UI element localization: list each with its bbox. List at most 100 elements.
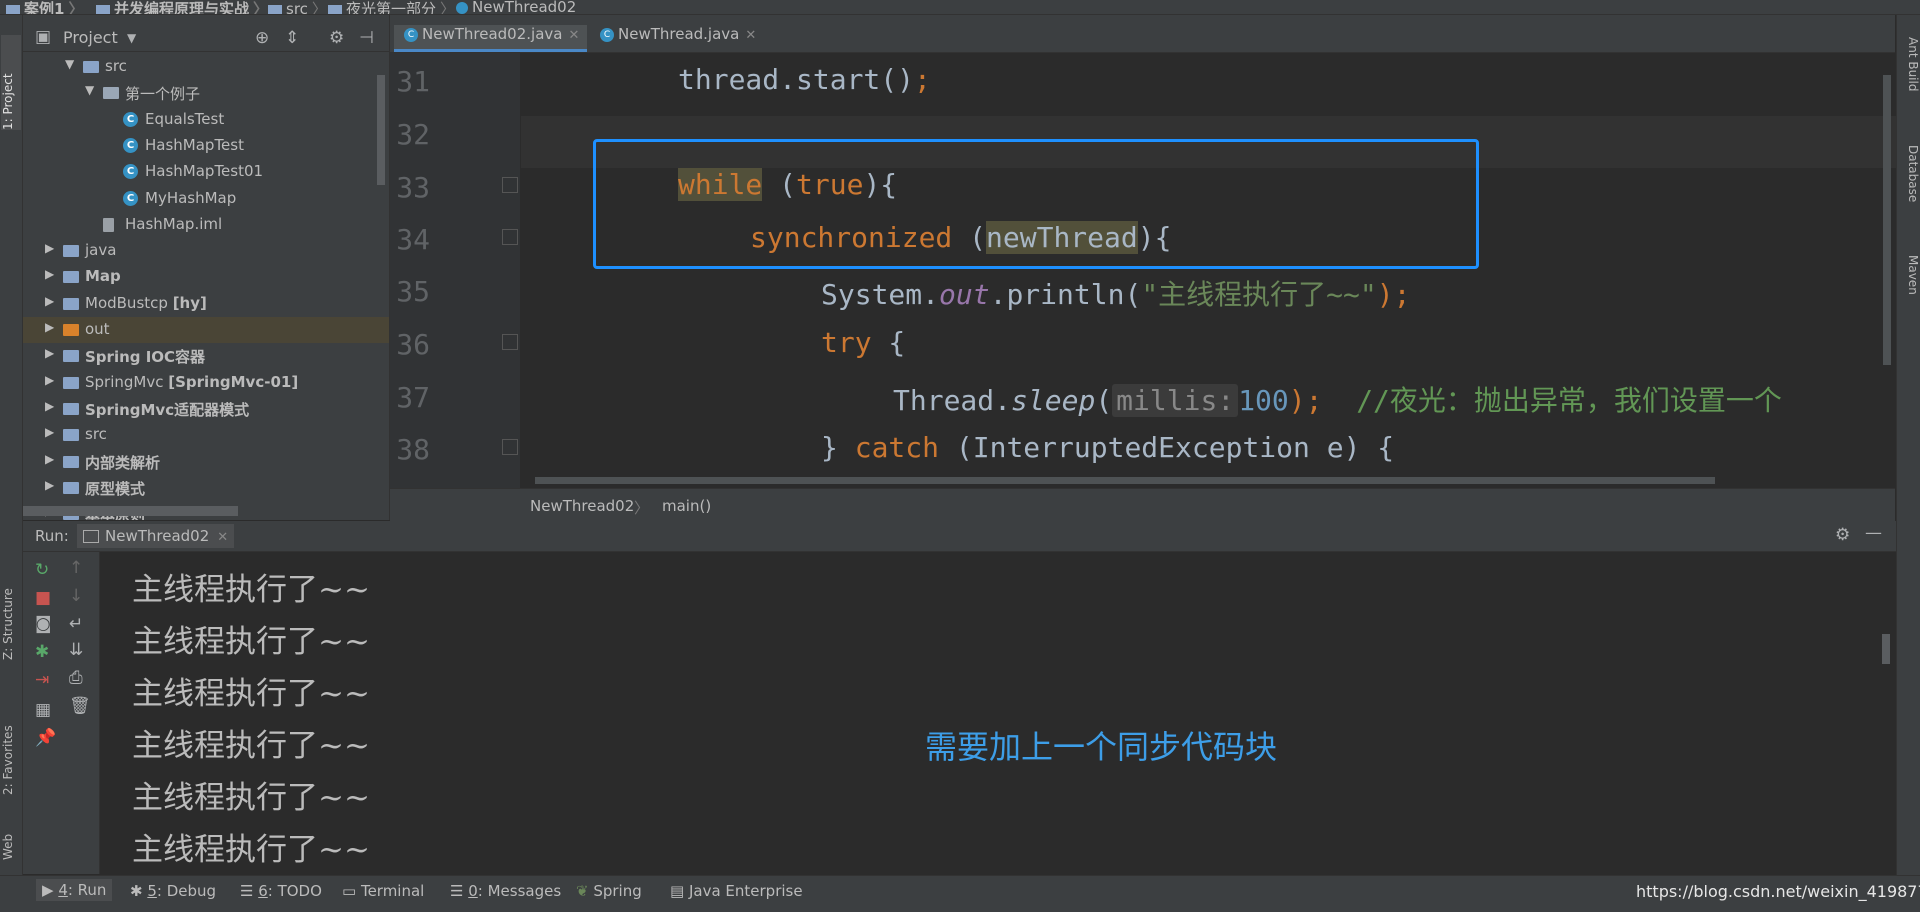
tree-item[interactable]: ▶ Map	[23, 264, 389, 290]
exit-icon[interactable]: ⇥	[35, 670, 49, 690]
run-tab-newthread02[interactable]: NewThread02 ✕	[77, 524, 235, 548]
breadcrumb-item-package[interactable]: 夜光第一部分〉	[328, 0, 459, 15]
fold-marker-icon[interactable]	[502, 439, 518, 455]
tool-tab-structure[interactable]: Z: Structure	[1, 560, 21, 660]
fold-marker-icon[interactable]	[502, 229, 518, 245]
tree-item[interactable]: ▶ src	[23, 422, 389, 448]
fold-marker-icon[interactable]	[502, 177, 518, 193]
breadcrumb-item-class[interactable]: NewThread02	[456, 0, 576, 14]
chevron-right-icon[interactable]: ▶	[45, 346, 54, 360]
hide-panel-icon[interactable]: ⊣	[359, 28, 374, 48]
run-console[interactable]: 主线程执行了~~ 主线程执行了~~ 主线程执行了~~ 主线程执行了~~ 主线程执…	[100, 552, 1896, 874]
tree-item[interactable]: C HashMapTest	[23, 133, 389, 159]
tree-item[interactable]: C HashMapTest01	[23, 159, 389, 185]
tool-tab-favorites[interactable]: 2: Favorites	[1, 695, 21, 795]
breadcrumb-item-project[interactable]: 案例1 〉	[6, 0, 87, 14]
breadcrumb-separator: 〉	[440, 0, 456, 15]
horizontal-scrollbar[interactable]	[23, 506, 238, 516]
gear-icon[interactable]: ⚙	[1835, 525, 1850, 545]
tool-tab-spring[interactable]: ❦ Spring	[576, 882, 642, 900]
console-scrollbar[interactable]	[1882, 634, 1890, 664]
tool-tab-todo[interactable]: ☰ 6: TODO	[240, 882, 322, 900]
tree-item[interactable]: ▶ ModBustcp [hy]	[23, 291, 389, 317]
close-icon[interactable]: ✕	[217, 530, 228, 545]
close-icon[interactable]: ✕	[568, 28, 579, 43]
chevron-down-icon[interactable]: ▼	[65, 57, 74, 71]
tree-item[interactable]: ▶ SpringMvc适配器模式	[23, 396, 389, 422]
breadcrumb-class[interactable]: NewThread02	[530, 497, 634, 515]
tree-item[interactable]: ▶ 内部类解析	[23, 449, 389, 475]
arrow-up-icon[interactable]: ↑	[69, 558, 83, 578]
class-icon: C	[123, 190, 138, 206]
fold-marker-icon[interactable]	[502, 334, 518, 350]
chevron-right-icon[interactable]: ▶	[45, 294, 54, 308]
tool-tab-debug[interactable]: ✱ 5: Debug	[130, 882, 216, 900]
stop-icon[interactable]: ■	[35, 588, 51, 608]
layout-icon[interactable]: ▦	[35, 700, 51, 720]
vertical-scrollbar[interactable]	[377, 75, 385, 185]
camera-icon[interactable]: ◙	[35, 614, 52, 634]
chevron-right-icon[interactable]: ▶	[45, 425, 54, 439]
breadcrumb-label: 夜光第一部分	[346, 0, 437, 15]
editor-tab-newthread02[interactable]: C NewThread02.java ✕	[394, 25, 588, 52]
collapse-all-icon[interactable]: ⇕	[285, 28, 299, 48]
tree-item[interactable]: C EqualsTest	[23, 107, 389, 133]
class-icon	[456, 1, 468, 14]
run-label: Run:	[35, 527, 69, 545]
tree-item[interactable]: ▶ SpringMvc [SpringMvc-01]	[23, 370, 389, 396]
package-icon	[328, 4, 342, 14]
tree-item[interactable]: ▶ Spring IOC容器	[23, 343, 389, 369]
console-line: 主线程执行了~~	[132, 676, 370, 712]
chevron-down-icon[interactable]: ▼	[127, 31, 136, 45]
tool-tab-run[interactable]: ▶ 4: Run	[36, 879, 113, 901]
chevron-right-icon[interactable]: ▶	[45, 241, 54, 255]
scroll-to-end-icon[interactable]: ⇊	[69, 640, 83, 660]
tool-tab-database[interactable]: Database	[1900, 145, 1920, 235]
editor-horizontal-scrollbar[interactable]	[535, 477, 1715, 484]
tree-item[interactable]: HashMap.iml	[23, 212, 389, 238]
chevron-right-icon[interactable]: ▶	[45, 478, 54, 492]
breadcrumb-item-src[interactable]: src 〉	[268, 0, 331, 14]
tool-tab-web[interactable]: Web	[1, 815, 21, 860]
code-token: catch	[854, 431, 940, 464]
chevron-right-icon[interactable]: ▶	[45, 373, 54, 387]
code-editor[interactable]: thread.start(); while (true){ synchroniz…	[521, 53, 1896, 488]
tool-tab-messages[interactable]: ☰ 0: Messages	[450, 882, 561, 900]
project-panel-title[interactable]: Project	[63, 28, 118, 47]
chevron-right-icon[interactable]: ▶	[45, 267, 54, 281]
rerun-icon[interactable]: ↻	[35, 560, 49, 580]
tree-item[interactable]: ▶ 原型模式	[23, 475, 389, 501]
print-icon[interactable]: ⎙	[69, 668, 83, 688]
chevron-down-icon[interactable]: ▼	[85, 83, 94, 97]
tool-tab-java-enterprise[interactable]: ▤ Java Enterprise	[670, 882, 803, 900]
pin-icon[interactable]: 📌	[35, 728, 56, 748]
gear-icon[interactable]: ⚙	[329, 28, 344, 48]
annotation-text: 需要加上一个同步代码块	[925, 728, 1278, 766]
tool-tab-terminal[interactable]: ▭ Terminal	[342, 882, 424, 900]
tree-item[interactable]: ▶ java	[23, 238, 389, 264]
chevron-right-icon[interactable]: ▶	[45, 399, 54, 413]
chevron-right-icon[interactable]: ▶	[45, 452, 54, 466]
minimize-icon[interactable]: —	[1865, 523, 1882, 543]
arrow-down-icon[interactable]: ↓	[69, 586, 83, 606]
chevron-right-icon[interactable]: ▶	[45, 320, 54, 334]
editor-vertical-scrollbar[interactable]	[1883, 75, 1891, 365]
tree-item-label: HashMapTest	[145, 136, 244, 154]
breadcrumb-separator: 〉	[253, 0, 269, 15]
debug-icon[interactable]: ✱	[35, 642, 49, 662]
tree-item[interactable]: C MyHashMap	[23, 186, 389, 212]
tree-item[interactable]: ▶ out	[23, 317, 389, 343]
soft-wrap-icon[interactable]: ↵	[69, 614, 83, 634]
breadcrumb-method[interactable]: main()	[662, 497, 711, 515]
tool-tab-maven[interactable]: Maven	[1900, 255, 1920, 325]
close-icon[interactable]: ✕	[745, 28, 756, 43]
breadcrumb-item-module[interactable]: 并发编程原理与实战〉	[96, 0, 272, 15]
tree-item[interactable]: ▼ 第一个例子	[23, 80, 389, 106]
locate-icon[interactable]: ⊕	[255, 28, 269, 48]
tree-item[interactable]: ▼ src	[23, 54, 389, 80]
console-icon	[83, 530, 99, 543]
editor-tab-newthread[interactable]: C NewThread.java ✕	[590, 25, 764, 52]
trash-icon[interactable]: 🗑	[69, 696, 91, 716]
tool-tab-project[interactable]: 1: Project	[1, 35, 21, 130]
tool-tab-ant-build[interactable]: Ant Build	[1900, 37, 1920, 117]
